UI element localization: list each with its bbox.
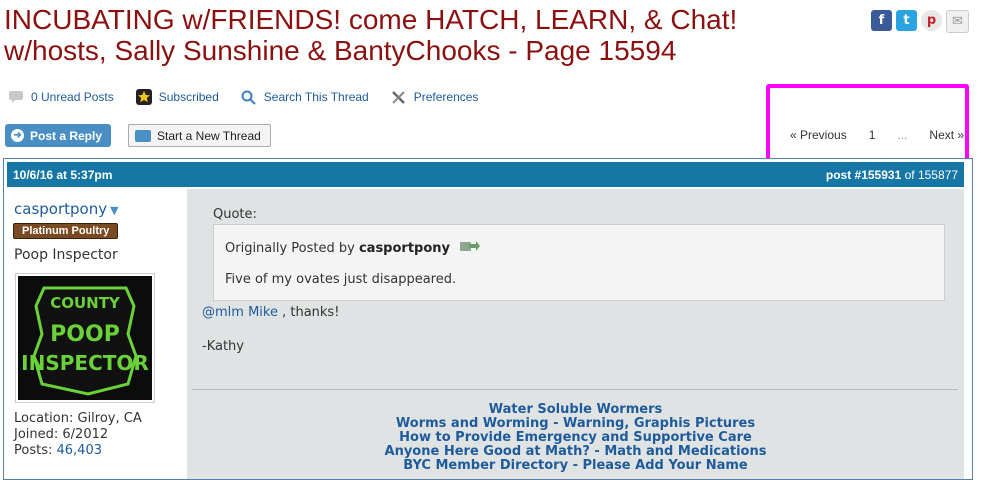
user-rank-badge: Platinum Poultry bbox=[13, 223, 119, 239]
signature-link[interactable]: Worms and Worming - Warning, Graphis Pic… bbox=[187, 417, 964, 431]
avatar-poop-text: POOP bbox=[50, 322, 120, 347]
avatar-inspector-text: INSPECTOR bbox=[21, 351, 149, 375]
signature-links: Water Soluble Wormers Worms and Worming … bbox=[187, 403, 964, 473]
star-icon bbox=[135, 89, 152, 105]
user-posts-count[interactable]: 46,403 bbox=[57, 443, 103, 458]
post-date: 10/6/16 at 5:37pm bbox=[13, 167, 113, 182]
username-group: casportpony ▼ bbox=[14, 200, 119, 218]
share-buttons: f t p ✉ bbox=[871, 10, 969, 33]
post-content: Quote: Originally Posted by casportpony … bbox=[187, 189, 964, 479]
signature-link[interactable]: How to Provide Emergency and Supportive … bbox=[187, 431, 964, 445]
pinterest-icon[interactable]: p bbox=[921, 10, 942, 31]
new-thread-label: Start a New Thread bbox=[157, 128, 261, 143]
preferences-label: Preferences bbox=[413, 90, 479, 104]
facebook-icon[interactable]: f bbox=[871, 10, 892, 31]
new-thread-button[interactable]: Start a New Thread bbox=[128, 124, 271, 147]
avatar-image: COUNTY POOP INSPECTOR bbox=[18, 276, 152, 400]
search-thread-label: Search This Thread bbox=[263, 90, 369, 104]
signature-divider bbox=[192, 389, 958, 390]
tools-icon bbox=[391, 89, 407, 105]
unread-posts-label: 0 Unread Posts bbox=[31, 90, 114, 104]
unread-posts-link[interactable]: 0 Unread Posts bbox=[8, 89, 114, 105]
thread-title: INCUBATING w/FRIENDS! come HATCH, LEARN,… bbox=[4, 4, 738, 66]
thread-toolbar: 0 Unread Posts Subscribed Search This Th… bbox=[8, 89, 500, 105]
post-number-link[interactable]: post #155931 bbox=[826, 168, 901, 182]
thread-icon bbox=[135, 129, 151, 142]
search-thread-link[interactable]: Search This Thread bbox=[241, 89, 369, 105]
post-reply-label: Post a Reply bbox=[30, 128, 103, 143]
quote-prefix: Originally Posted by bbox=[225, 241, 359, 256]
preferences-link[interactable]: Preferences bbox=[391, 89, 479, 105]
view-post-icon[interactable] bbox=[460, 240, 481, 257]
user-sidebar: casportpony ▼ Platinum Poultry Poop Inspe… bbox=[7, 189, 187, 479]
user-title: Poop Inspector bbox=[14, 247, 118, 263]
user-meta: Location: Gilroy, CA Joined: 6/2012 Post… bbox=[14, 411, 142, 459]
post-body-line: @mlm Mike , thanks! bbox=[202, 305, 339, 320]
pagination: « Previous 1 ... Next » bbox=[790, 128, 986, 142]
subscribed-link[interactable]: Subscribed bbox=[135, 89, 219, 105]
post-number-group: post #155931 of 155877 bbox=[826, 168, 958, 182]
reply-arrow-icon: ➜ bbox=[11, 129, 24, 142]
post-container: 10/6/16 at 5:37pm post #155931 of 155877… bbox=[3, 158, 973, 480]
search-icon bbox=[241, 89, 257, 105]
user-posts-label: Posts: bbox=[14, 443, 57, 458]
email-icon[interactable]: ✉ bbox=[946, 10, 969, 33]
dropdown-arrow-icon[interactable]: ▼ bbox=[110, 204, 118, 217]
quote-text: Five of my ovates just disappeared. bbox=[225, 272, 457, 287]
pagination-ellipsis: ... bbox=[897, 128, 908, 142]
mention-link[interactable]: @mlm Mike bbox=[202, 305, 278, 320]
avatar[interactable]: COUNTY POOP INSPECTOR bbox=[15, 273, 155, 403]
twitter-icon[interactable]: t bbox=[896, 10, 917, 31]
avatar-county-text: COUNTY bbox=[50, 294, 121, 312]
signature-link[interactable]: Anyone Here Good at Math? - Math and Med… bbox=[187, 445, 964, 459]
signature-link[interactable]: Water Soluble Wormers bbox=[187, 403, 964, 417]
speech-bubble-icon bbox=[8, 89, 24, 105]
post-reply-button[interactable]: ➜ Post a Reply bbox=[5, 124, 112, 147]
quote-author: casportpony bbox=[358, 241, 451, 256]
previous-page-link[interactable]: « Previous bbox=[790, 128, 847, 142]
post-total: of 155877 bbox=[904, 167, 958, 182]
page-1-link[interactable]: 1 bbox=[869, 128, 876, 142]
quote-attribution: Originally Posted by casportpony bbox=[225, 240, 481, 257]
username-link[interactable]: casportpony bbox=[14, 200, 107, 218]
quote-box: Originally Posted by casportpony Five of… bbox=[213, 224, 945, 301]
post-signoff: -Kathy bbox=[202, 339, 244, 354]
subscribed-label: Subscribed bbox=[158, 90, 219, 104]
reply-text: , thanks! bbox=[277, 305, 340, 320]
user-posts-row: Posts: 46,403 bbox=[14, 443, 142, 459]
post-header: 10/6/16 at 5:37pm post #155931 of 155877 bbox=[7, 162, 964, 187]
next-page-link[interactable]: Next » bbox=[929, 128, 964, 142]
signature-link[interactable]: BYC Member Directory - Please Add Your N… bbox=[187, 459, 964, 473]
user-joined: Joined: 6/2012 bbox=[14, 427, 109, 442]
user-location: Location: Gilroy, CA bbox=[14, 411, 142, 426]
quote-label: Quote: bbox=[213, 207, 257, 222]
